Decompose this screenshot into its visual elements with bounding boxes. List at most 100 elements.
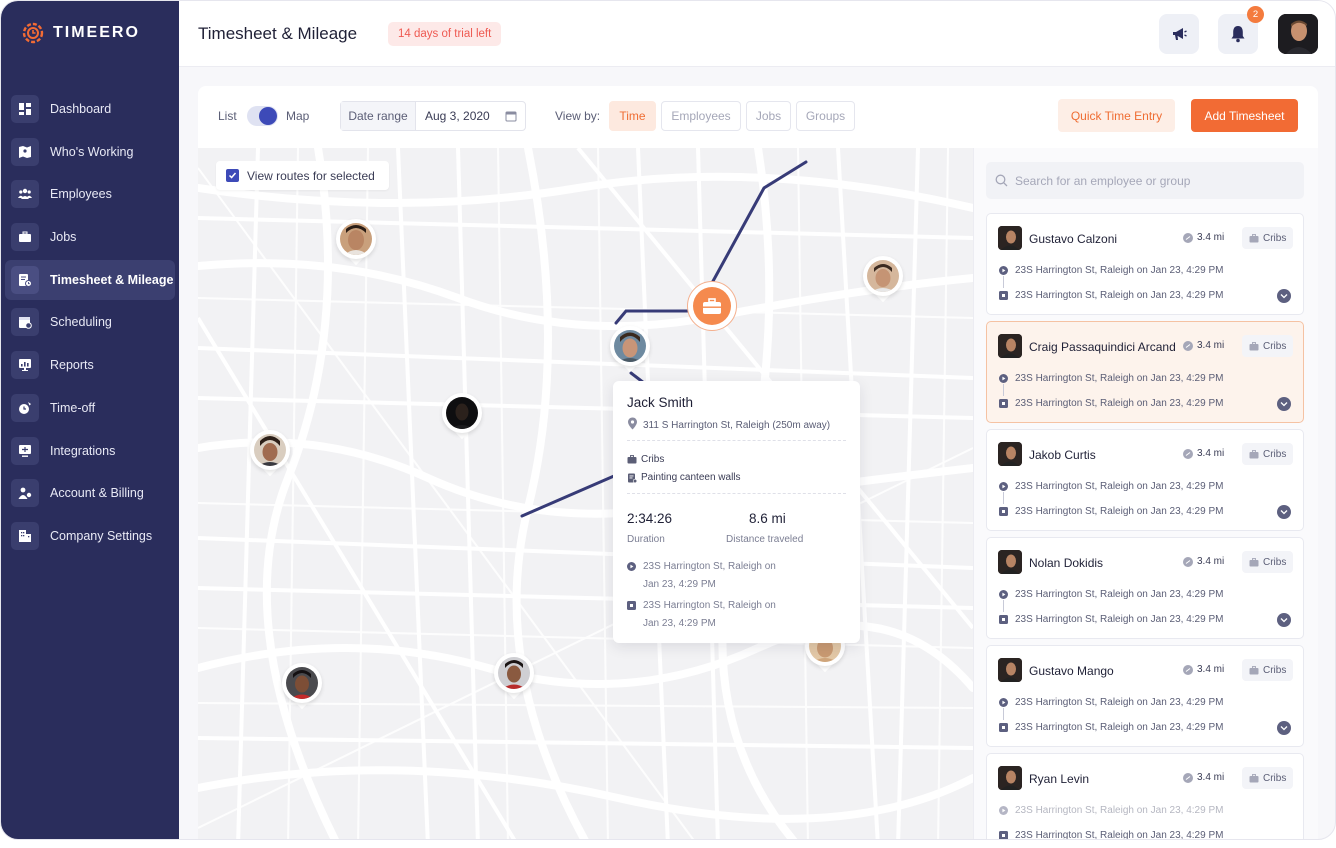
- sidebar-item-integrations[interactable]: Integrations: [5, 431, 175, 471]
- start-location: 23S Harrington St, Raleigh on Jan 23, 4:…: [999, 697, 1223, 708]
- expand-chevron-icon[interactable]: [1277, 721, 1291, 735]
- end-point-icon: [999, 291, 1008, 300]
- employee-name: Ryan Levin: [1029, 772, 1090, 786]
- employee-map-pin[interactable]: [863, 256, 903, 303]
- integrations-icon: [11, 436, 39, 465]
- employee-card-selected[interactable]: Craig Passaquindici Arcand 3.4 mi Cribs …: [986, 321, 1304, 423]
- view-by-time-button[interactable]: Time: [609, 101, 656, 131]
- expand-chevron-icon[interactable]: [1277, 613, 1291, 627]
- employee-map-pin[interactable]: [250, 430, 290, 477]
- employee-map-pin-selected[interactable]: [610, 326, 650, 373]
- briefcase-icon: [703, 298, 721, 314]
- start-point-icon: [999, 374, 1008, 383]
- sidebar-item-reports[interactable]: Reports: [5, 345, 175, 385]
- view-routes-checkbox[interactable]: View routes for selected: [216, 161, 389, 190]
- map-view[interactable]: View routes for selected Jack Smith 311 …: [198, 148, 973, 839]
- sidebar-item-company-settings[interactable]: Company Settings: [5, 516, 175, 556]
- briefcase-icon: [1249, 773, 1259, 782]
- popup-job: Cribs: [627, 454, 664, 465]
- end-location: 23S Harrington St, Raleigh on Jan 23, 4:…: [999, 830, 1223, 839]
- notification-count-badge: 2: [1247, 6, 1264, 23]
- briefcase-icon: [1249, 557, 1259, 566]
- add-timesheet-button[interactable]: Add Timesheet: [1191, 99, 1298, 132]
- employee-name: Nolan Dokidis: [1029, 556, 1104, 570]
- employee-name: Gustavo Mango: [1029, 664, 1114, 678]
- briefcase-icon: [1249, 233, 1259, 242]
- user-avatar[interactable]: [1278, 14, 1318, 54]
- location-pin-icon: [628, 417, 637, 430]
- start-location: 23S Harrington St, Raleigh on Jan 23, 4:…: [999, 265, 1223, 276]
- employee-map-pin[interactable]: [336, 219, 376, 266]
- job-tag: Cribs: [1242, 335, 1294, 357]
- end-location: 23S Harrington St, Raleigh on Jan 23, 4:…: [999, 398, 1223, 409]
- brand[interactable]: TIMEERO: [21, 21, 140, 45]
- popup-distance-value: 8.6 mi: [749, 511, 786, 526]
- employee-map-pin[interactable]: [494, 653, 534, 700]
- search-input[interactable]: Search for an employee or group: [986, 162, 1304, 199]
- sidebar-item-employees[interactable]: Employees: [5, 174, 175, 214]
- notifications-button[interactable]: 2: [1218, 6, 1264, 54]
- popup-employee-name: Jack Smith: [627, 395, 694, 410]
- expand-chevron-icon[interactable]: [1277, 397, 1291, 411]
- end-point-icon: [999, 831, 1008, 839]
- view-by-employees-button[interactable]: Employees: [661, 101, 741, 131]
- top-header: Timesheet & Mileage 14 days of trial lef…: [179, 1, 1335, 67]
- popup-duration-value: 2:34:26: [627, 511, 673, 526]
- employee-name: Gustavo Calzoni: [1029, 232, 1118, 246]
- employee-distance: 3.4 mi: [1183, 232, 1224, 243]
- distance-icon: [1183, 232, 1193, 243]
- expand-chevron-icon[interactable]: [1277, 505, 1291, 519]
- employee-distance: 3.4 mi: [1183, 448, 1224, 459]
- popup-start-location: 23S Harrington St, Raleigh on Jan 23, 4:2…: [627, 558, 776, 594]
- employee-card[interactable]: Jakob Curtis 3.4 mi Cribs 23S Harrington…: [986, 429, 1304, 531]
- employee-map-pin[interactable]: [442, 393, 482, 440]
- time-off-icon: [11, 393, 39, 422]
- megaphone-icon: [1173, 28, 1187, 40]
- popup-distance-label: Distance traveled: [726, 534, 804, 545]
- start-location: 23S Harrington St, Raleigh on Jan 23, 4:…: [999, 481, 1223, 492]
- employee-card[interactable]: Gustavo Calzoni 3.4 mi Cribs 23S Harring…: [986, 213, 1304, 315]
- list-map-toggle[interactable]: [247, 106, 278, 126]
- quick-time-entry-button[interactable]: Quick Time Entry: [1058, 99, 1175, 132]
- end-point-icon: [627, 601, 636, 610]
- employee-distance: 3.4 mi: [1183, 556, 1224, 567]
- view-by-groups-button[interactable]: Groups: [796, 101, 855, 131]
- sidebar-item-label: Dashboard: [50, 102, 112, 116]
- sidebar-item-label: Scheduling: [50, 315, 112, 330]
- distance-icon: [1183, 448, 1193, 459]
- employee-card[interactable]: Ryan Levin 3.4 mi Cribs 23S Harrington S…: [986, 753, 1304, 839]
- timesheet-icon: [11, 265, 39, 294]
- sidebar-item-timesheet-mileage[interactable]: Timesheet & Mileage: [5, 259, 175, 300]
- sidebar-item-label: Integrations: [50, 443, 116, 458]
- sidebar-item-scheduling[interactable]: Scheduling: [5, 302, 175, 342]
- employee-map-pin[interactable]: [282, 663, 322, 710]
- avatar: [998, 550, 1022, 574]
- expand-chevron-icon[interactable]: [1277, 289, 1291, 303]
- avatar: [998, 658, 1022, 682]
- route-connector: [1003, 384, 1004, 396]
- date-range-picker[interactable]: Date range Aug 3, 2020: [340, 101, 526, 131]
- announcements-button[interactable]: [1159, 14, 1199, 54]
- app-window: TIMEERO Dashboard Who's Working Employee…: [0, 0, 1336, 840]
- date-range-value[interactable]: Aug 3, 2020: [416, 102, 525, 130]
- start-point-icon: [999, 806, 1008, 815]
- sidebar-item-account-billing[interactable]: Account & Billing: [5, 473, 175, 513]
- route-connector: [1003, 600, 1004, 612]
- end-point-icon: [999, 507, 1008, 516]
- sidebar-item-jobs[interactable]: Jobs: [5, 217, 175, 257]
- employee-card[interactable]: Nolan Dokidis 3.4 mi Cribs 23S Harringto…: [986, 537, 1304, 639]
- sidebar-item-whos-working[interactable]: Who's Working: [5, 132, 175, 172]
- sidebar-item-label: Jobs: [50, 230, 77, 245]
- calendar-icon: [505, 111, 517, 122]
- sidebar-item-dashboard[interactable]: Dashboard: [5, 89, 175, 129]
- popup-duration-label: Duration: [627, 534, 665, 545]
- employee-distance: 3.4 mi: [1183, 340, 1224, 351]
- employee-card[interactable]: Gustavo Mango 3.4 mi Cribs 23S Harringto…: [986, 645, 1304, 747]
- distance-icon: [1183, 340, 1193, 351]
- divider: [627, 493, 846, 494]
- job-site-pin[interactable]: [687, 281, 737, 331]
- view-by-jobs-button[interactable]: Jobs: [746, 101, 791, 131]
- calendar-icon: [11, 308, 39, 337]
- sidebar-item-time-off[interactable]: Time-off: [5, 388, 175, 428]
- list-label: List: [218, 109, 237, 123]
